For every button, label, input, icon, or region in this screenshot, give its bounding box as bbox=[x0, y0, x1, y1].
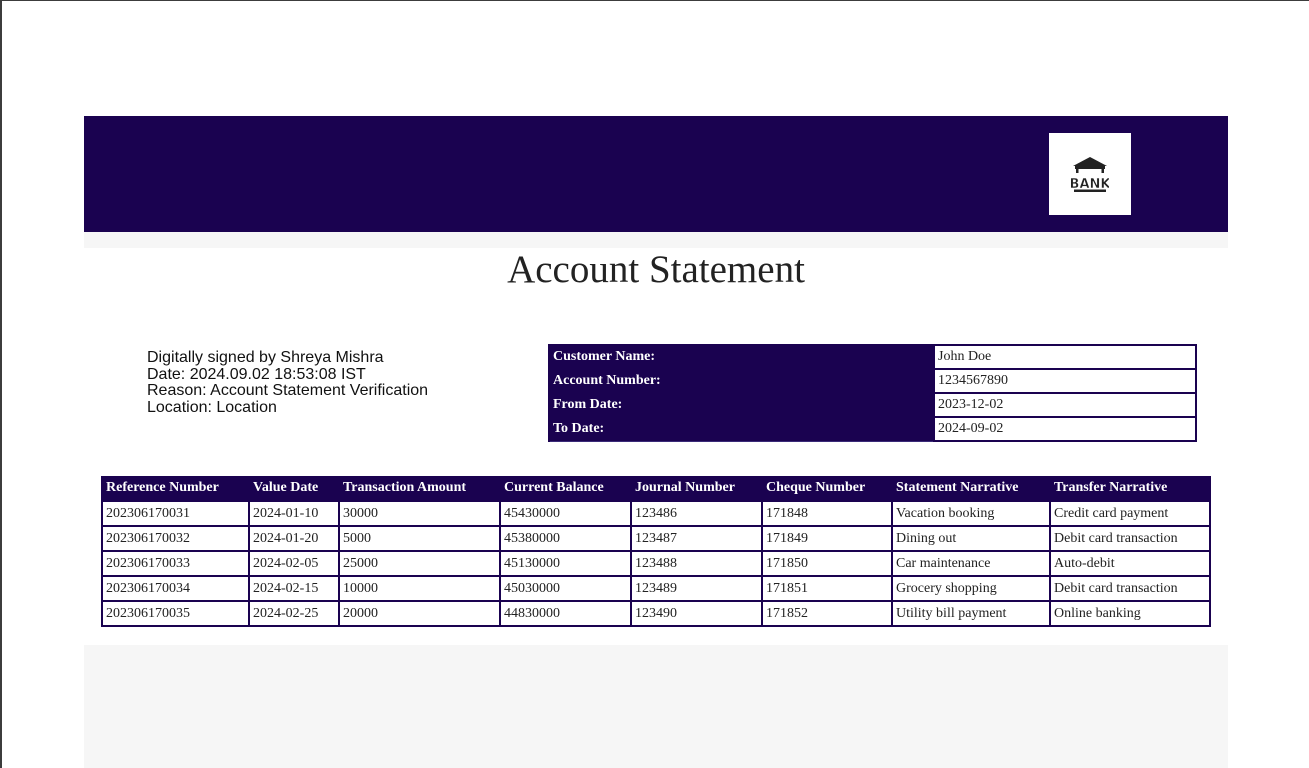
signature-location: Location: Location bbox=[147, 398, 277, 416]
bank-logo: BANK bbox=[1049, 133, 1131, 215]
cell-transaction-amount: 30000 bbox=[338, 500, 501, 527]
col-header-reference-number: Reference Number bbox=[101, 476, 250, 502]
cell-statement-narrative: Car maintenance bbox=[891, 550, 1051, 577]
cell-statement-narrative: Dining out bbox=[891, 525, 1051, 552]
col-header-journal-number: Journal Number bbox=[630, 476, 763, 502]
cell-value-date: 2024-02-15 bbox=[248, 575, 340, 602]
cell-current-balance: 45030000 bbox=[499, 575, 632, 602]
cell-cheque-number: 171852 bbox=[761, 600, 893, 627]
info-label: Customer Name: bbox=[548, 344, 935, 370]
cell-current-balance: 45430000 bbox=[499, 500, 632, 527]
cell-transfer-narrative: Auto-debit bbox=[1049, 550, 1211, 577]
col-header-transfer-narrative: Transfer Narrative bbox=[1049, 476, 1211, 502]
divider-strip bbox=[84, 232, 1228, 248]
info-label: Account Number: bbox=[548, 368, 935, 394]
info-row-from-date: From Date: 2023-12-02 bbox=[548, 392, 1197, 418]
header-band: BANK bbox=[84, 116, 1228, 232]
col-header-cheque-number: Cheque Number bbox=[761, 476, 893, 502]
col-header-current-balance: Current Balance bbox=[499, 476, 632, 502]
col-header-statement-narrative: Statement Narrative bbox=[891, 476, 1051, 502]
cell-reference-number: 202306170033 bbox=[101, 550, 250, 577]
statement-page: BANK Account Statement Digitally signed … bbox=[84, 116, 1228, 768]
cell-cheque-number: 171851 bbox=[761, 575, 893, 602]
cell-journal-number: 123486 bbox=[630, 500, 763, 527]
cell-current-balance: 45380000 bbox=[499, 525, 632, 552]
info-label: To Date: bbox=[548, 416, 935, 442]
page-title: Account Statement bbox=[507, 248, 805, 291]
table-row: 202306170035 2024-02-25 20000 44830000 1… bbox=[101, 600, 1211, 627]
cell-cheque-number: 171848 bbox=[761, 500, 893, 527]
info-value: 1234567890 bbox=[933, 368, 1197, 394]
cell-current-balance: 45130000 bbox=[499, 550, 632, 577]
cell-transaction-amount: 5000 bbox=[338, 525, 501, 552]
cell-transaction-amount: 25000 bbox=[338, 550, 501, 577]
cell-journal-number: 123488 bbox=[630, 550, 763, 577]
footer-area bbox=[84, 645, 1228, 768]
cell-reference-number: 202306170031 bbox=[101, 500, 250, 527]
info-value: John Doe bbox=[933, 344, 1197, 370]
digital-signature-block: Digitally signed by Shreya Mishra Date: … bbox=[147, 349, 429, 416]
cell-journal-number: 123487 bbox=[630, 525, 763, 552]
cell-cheque-number: 171849 bbox=[761, 525, 893, 552]
cell-journal-number: 123490 bbox=[630, 600, 763, 627]
cell-value-date: 2024-01-10 bbox=[248, 500, 340, 527]
account-info-table: Customer Name: John Doe Account Number: … bbox=[548, 344, 1197, 442]
cell-reference-number: 202306170034 bbox=[101, 575, 250, 602]
transactions-table: Reference Number Value Date Transaction … bbox=[101, 476, 1211, 627]
table-row: 202306170032 2024-01-20 5000 45380000 12… bbox=[101, 525, 1211, 552]
cell-transfer-narrative: Debit card transaction bbox=[1049, 525, 1211, 552]
cell-transfer-narrative: Credit card payment bbox=[1049, 500, 1211, 527]
cell-value-date: 2024-02-25 bbox=[248, 600, 340, 627]
cell-statement-narrative: Utility bill payment bbox=[891, 600, 1051, 627]
col-header-transaction-amount: Transaction Amount bbox=[338, 476, 501, 502]
cell-value-date: 2024-01-20 bbox=[248, 525, 340, 552]
signature-signer: Digitally signed by Shreya Mishra bbox=[147, 349, 384, 366]
info-row-customer-name: Customer Name: John Doe bbox=[548, 344, 1197, 370]
table-row: 202306170031 2024-01-10 30000 45430000 1… bbox=[101, 500, 1211, 527]
cell-reference-number: 202306170032 bbox=[101, 525, 250, 552]
info-row-to-date: To Date: 2024-09-02 bbox=[548, 416, 1197, 442]
cell-cheque-number: 171850 bbox=[761, 550, 893, 577]
col-header-value-date: Value Date bbox=[248, 476, 340, 502]
cell-transaction-amount: 20000 bbox=[338, 600, 501, 627]
info-value: 2024-09-02 bbox=[933, 416, 1197, 442]
cell-reference-number: 202306170035 bbox=[101, 600, 250, 627]
signature-date: Date: 2024.09.02 18:53:08 IST bbox=[147, 365, 366, 383]
bank-icon: BANK bbox=[1071, 157, 1109, 192]
cell-current-balance: 44830000 bbox=[499, 600, 632, 627]
cell-transaction-amount: 10000 bbox=[338, 575, 501, 602]
table-row: 202306170033 2024-02-05 25000 45130000 1… bbox=[101, 550, 1211, 577]
cell-transfer-narrative: Debit card transaction bbox=[1049, 575, 1211, 602]
cell-statement-narrative: Grocery shopping bbox=[891, 575, 1051, 602]
table-row: 202306170034 2024-02-15 10000 45030000 1… bbox=[101, 575, 1211, 602]
info-value: 2023-12-02 bbox=[933, 392, 1197, 418]
cell-transfer-narrative: Online banking bbox=[1049, 600, 1211, 627]
cell-statement-narrative: Vacation booking bbox=[891, 500, 1051, 527]
info-label: From Date: bbox=[548, 392, 935, 418]
table-header-row: Reference Number Value Date Transaction … bbox=[101, 476, 1211, 502]
cell-journal-number: 123489 bbox=[630, 575, 763, 602]
info-row-account-number: Account Number: 1234567890 bbox=[548, 368, 1197, 394]
signature-reason: Reason: Account Statement Verification bbox=[147, 382, 429, 399]
cell-value-date: 2024-02-05 bbox=[248, 550, 340, 577]
